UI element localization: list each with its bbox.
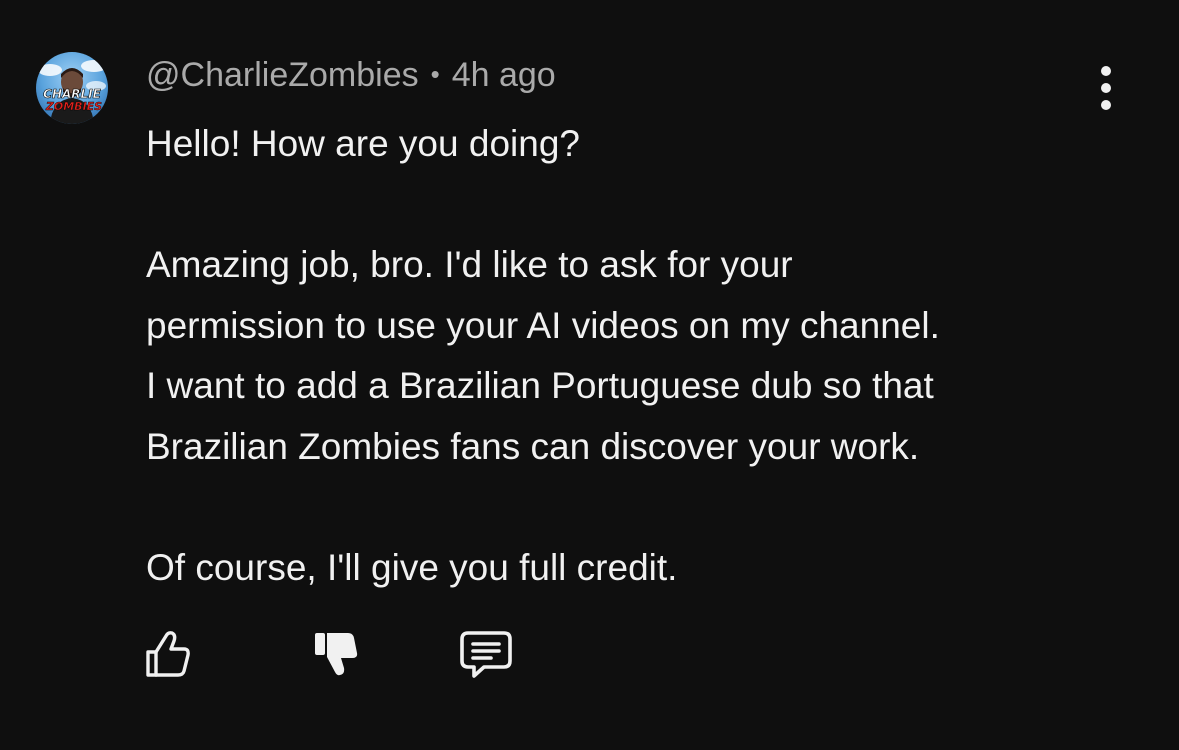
comment-timestamp[interactable]: 4h ago xyxy=(452,56,556,94)
more-dot xyxy=(1101,66,1111,76)
avatar-image: CHARLIE ZOMBIES xyxy=(36,52,108,124)
avatar-logo-text-2: ZOMBIES xyxy=(45,100,102,113)
author-handle[interactable]: @CharlieZombies xyxy=(146,56,419,94)
reply-button[interactable] xyxy=(458,630,514,680)
comment-paragraph: Of course, I'll give you full credit. xyxy=(146,546,678,588)
avatar[interactable]: CHARLIE ZOMBIES xyxy=(36,52,108,124)
thumbs-down-icon xyxy=(315,633,358,676)
comment-paragraph: Hello! How are you doing? xyxy=(146,123,580,164)
avatar-logo-text-1: CHARLIE xyxy=(43,87,101,101)
like-button[interactable] xyxy=(144,628,192,680)
comment-paragraph: Amazing job, bro. I'd like to ask for yo… xyxy=(146,244,940,467)
meta-separator: • xyxy=(430,59,440,89)
comment-body: Hello! How are you doing? Amazing job, b… xyxy=(146,114,1146,598)
reply-comment-icon xyxy=(460,631,512,678)
more-vertical-icon[interactable] xyxy=(1092,66,1120,110)
comment-card: CHARLIE ZOMBIES @CharlieZombies • 4h ago H… xyxy=(0,0,1179,750)
thumbs-up-icon xyxy=(146,631,190,677)
dislike-button[interactable] xyxy=(312,628,360,680)
comment-meta: @CharlieZombies • 4h ago xyxy=(146,54,556,95)
more-dot xyxy=(1101,83,1111,93)
more-dot xyxy=(1101,100,1111,110)
